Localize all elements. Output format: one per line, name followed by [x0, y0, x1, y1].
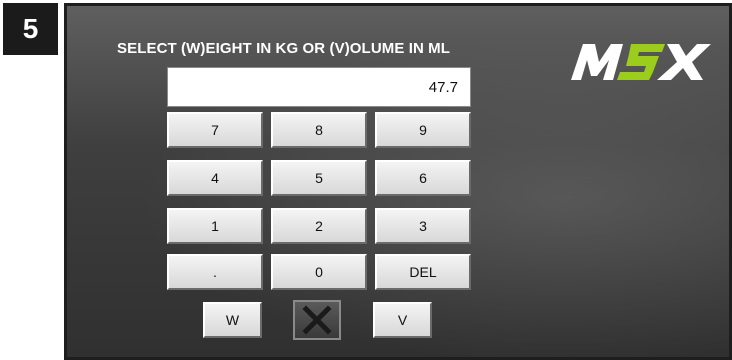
key-7[interactable]: 7 [167, 112, 263, 148]
msx-logo [571, 44, 711, 80]
key-6[interactable]: 6 [375, 160, 471, 196]
key-decimal[interactable]: . [167, 254, 263, 290]
close-icon [302, 305, 332, 335]
key-9[interactable]: 9 [375, 112, 471, 148]
key-0[interactable]: 0 [271, 254, 367, 290]
logo-letter-x [657, 44, 711, 80]
weight-mode-button[interactable]: W [203, 302, 262, 338]
logo-letter-s [617, 44, 665, 80]
key-4[interactable]: 4 [167, 160, 263, 196]
prompt-text: SELECT (W)EIGHT IN KG OR (V)OLUME IN ML [117, 40, 451, 57]
key-5[interactable]: 5 [271, 160, 367, 196]
page: 5 SELECT (W)EIGHT IN KG OR (V)OLUME IN M… [0, 0, 732, 360]
step-number-badge: 5 [3, 3, 58, 55]
volume-mode-button[interactable]: V [373, 302, 432, 338]
value-display: 47.7 [167, 67, 471, 107]
key-3[interactable]: 3 [375, 208, 471, 244]
key-1[interactable]: 1 [167, 208, 263, 244]
key-2[interactable]: 2 [271, 208, 367, 244]
key-8[interactable]: 8 [271, 112, 367, 148]
cancel-button[interactable] [293, 300, 341, 340]
device-screen: SELECT (W)EIGHT IN KG OR (V)OLUME IN ML … [64, 3, 732, 360]
delete-button[interactable]: DEL [375, 254, 471, 290]
logo-letter-m [571, 44, 623, 80]
